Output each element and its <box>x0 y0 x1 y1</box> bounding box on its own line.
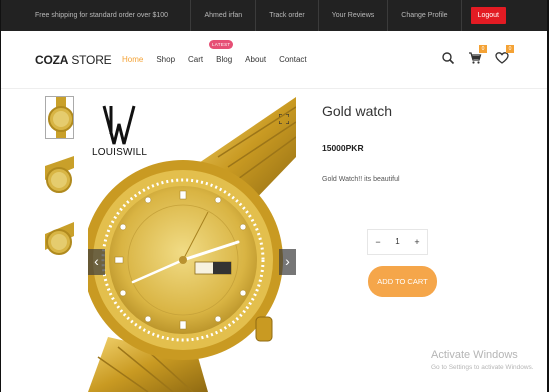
main-header: COZA STORE LATEST Home Shop Cart Blog Ab… <box>1 31 547 89</box>
nav-about[interactable]: About <box>245 55 266 64</box>
logo-bold: COZA <box>35 53 69 67</box>
change-profile-link[interactable]: Change Profile <box>387 0 460 31</box>
cart-count-badge: 0 <box>479 45 487 53</box>
product-title: Gold watch <box>322 103 393 119</box>
thumbnail-2[interactable] <box>45 156 74 199</box>
header-icons: 0 0 <box>441 45 514 65</box>
nav-blog[interactable]: Blog <box>216 55 232 64</box>
quantity-minus-button[interactable]: − <box>368 230 388 254</box>
track-order-link[interactable]: Track order <box>255 0 318 31</box>
quantity-plus-button[interactable]: + <box>407 230 427 254</box>
quantity-input[interactable] <box>388 230 407 254</box>
thumbnail-1[interactable] <box>45 96 74 139</box>
search-icon[interactable] <box>441 51 455 65</box>
cart-icon[interactable]: 0 <box>468 45 487 65</box>
product-price: 15000PKR <box>322 143 364 153</box>
heart-icon[interactable]: 0 <box>495 45 514 65</box>
chevron-left-icon[interactable]: ‹ <box>88 249 105 275</box>
quantity-stepper: − + <box>367 229 428 255</box>
main-nav: Home Shop Cart Blog About Contact <box>122 55 320 64</box>
brand-logo-icon <box>102 104 136 151</box>
latest-badge: LATEST <box>209 40 234 49</box>
shipping-notice: Free shipping for standard order over $1… <box>35 12 169 19</box>
top-links: Ahmed irfan Track order Your Reviews Cha… <box>190 0 547 31</box>
top-bar: Free shipping for standard order over $1… <box>1 0 547 31</box>
page: Free shipping for standard order over $1… <box>0 0 549 392</box>
nav-contact[interactable]: Contact <box>279 55 307 64</box>
logo-rest: STORE <box>68 53 112 67</box>
watermark-subtitle: Go to Settings to activate Windows. <box>431 364 534 371</box>
wishlist-count-badge: 0 <box>506 45 514 53</box>
product-description: Gold Watch!! its beautiful <box>322 176 400 183</box>
thumbnail-3[interactable] <box>45 220 74 263</box>
expand-icon[interactable] <box>278 111 290 125</box>
logout-wrap: Logout <box>460 0 547 31</box>
chevron-right-icon[interactable]: › <box>279 249 296 275</box>
watermark-title: Activate Windows <box>431 349 518 361</box>
logout-button[interactable]: Logout <box>470 7 506 24</box>
nav-cart[interactable]: Cart <box>188 55 203 64</box>
user-name-link[interactable]: Ahmed irfan <box>190 0 255 31</box>
store-logo[interactable]: COZA STORE <box>35 53 112 67</box>
add-to-cart-button[interactable]: ADD TO CART <box>368 266 437 297</box>
brand-name: LOUISWILL <box>92 147 148 158</box>
nav-shop[interactable]: Shop <box>156 55 175 64</box>
your-reviews-link[interactable]: Your Reviews <box>317 0 388 31</box>
nav-home[interactable]: Home <box>122 55 143 64</box>
activate-windows-watermark: Activate Windows Go to Settings to activ… <box>431 349 534 371</box>
